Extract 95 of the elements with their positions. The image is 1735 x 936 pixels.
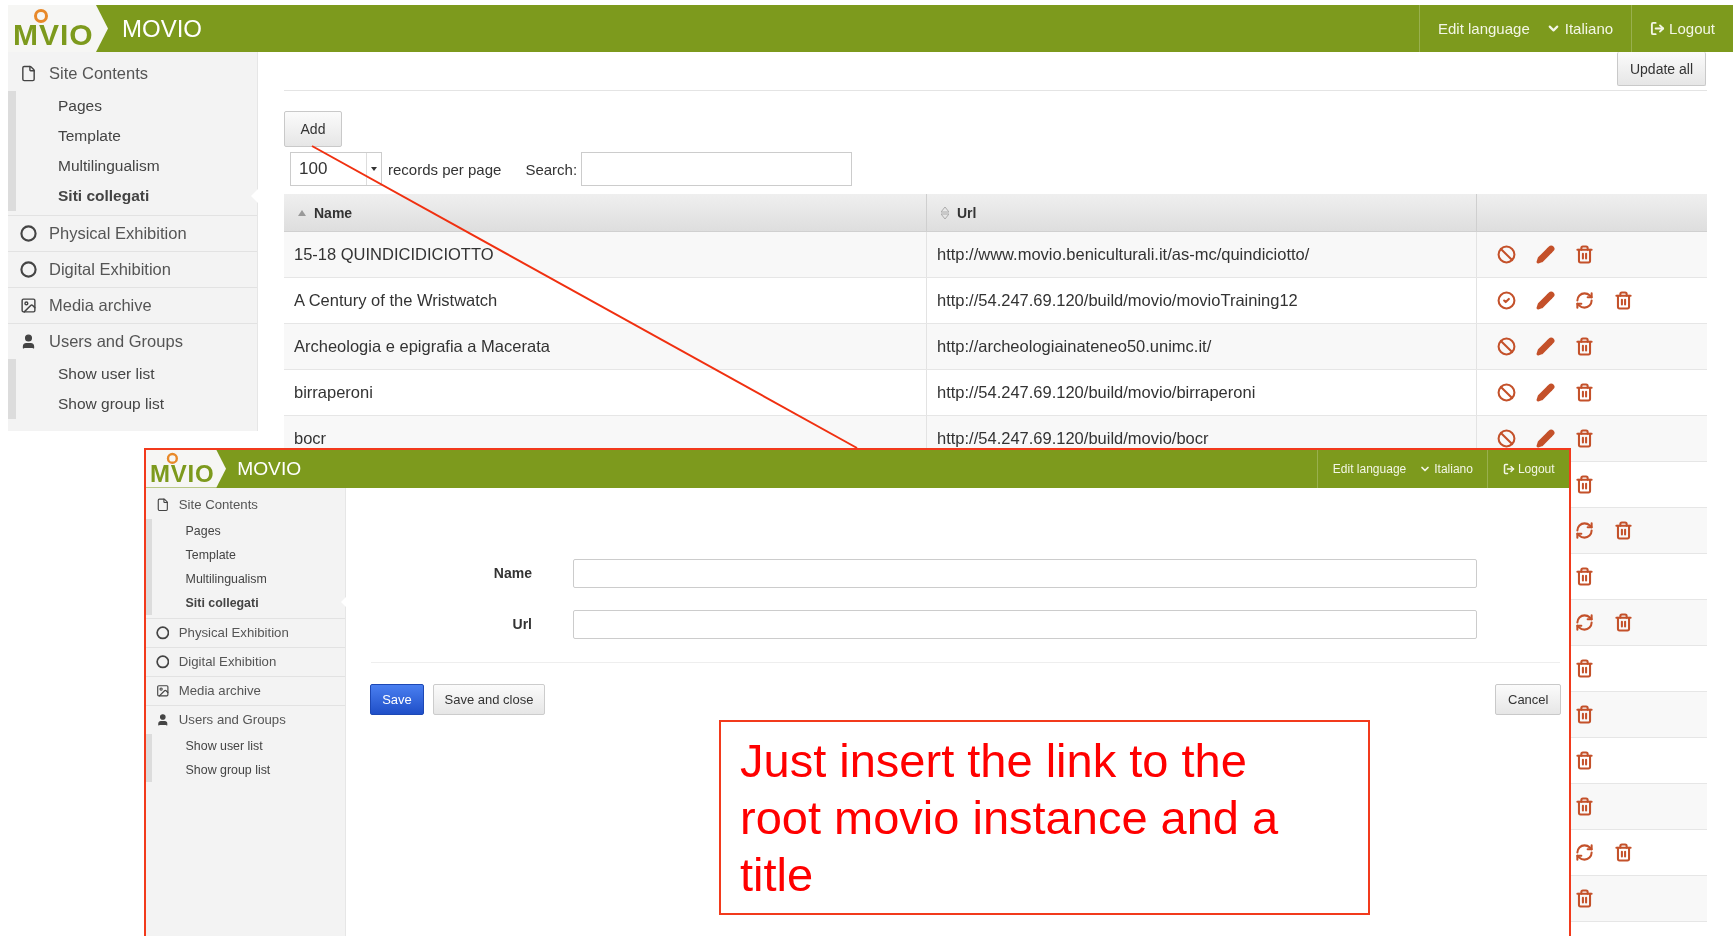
sidebar-item[interactable]: Users and Groups: [146, 704, 345, 734]
table-cell: A Century of the Wristwatch: [294, 291, 498, 310]
column-header[interactable]: Url: [957, 204, 977, 221]
sidebar-subitem[interactable]: Show user list: [16, 359, 257, 389]
user-icon: [20, 333, 37, 350]
sidebar-subitem[interactable]: Show group list: [16, 389, 257, 419]
sort-ascending-icon[interactable]: [298, 209, 306, 216]
trash-icon[interactable]: [1575, 429, 1594, 448]
logo: MVIO: [150, 452, 215, 488]
update-all-button[interactable]: Update all: [1616, 52, 1706, 86]
table-cell: Archeologia e epigrafia a Macerata: [294, 337, 550, 356]
sidebar-item[interactable]: Digital Exhibition: [146, 646, 345, 676]
ban-icon[interactable]: [1497, 383, 1516, 402]
table-cell: http://54.247.69.120/build/movio/birraperoni: [937, 383, 1256, 402]
save-and-close-button[interactable]: Save and close: [433, 683, 545, 715]
ban-icon[interactable]: [1497, 429, 1516, 448]
pencil-icon[interactable]: [1536, 337, 1555, 356]
page-icon: [155, 498, 170, 512]
logout-icon: [1650, 21, 1666, 36]
app-title: MOVIO: [237, 457, 302, 480]
refresh-icon[interactable]: [1575, 521, 1594, 540]
trash-icon[interactable]: [1575, 659, 1594, 678]
sidebar-subitem[interactable]: Show group list: [152, 757, 345, 782]
sidebar-subitem[interactable]: Siti collegati: [152, 590, 345, 615]
trash-icon[interactable]: [1575, 889, 1594, 908]
trash-icon[interactable]: [1614, 843, 1633, 862]
sidebar-subitem[interactable]: Template: [152, 542, 345, 567]
table-cell: http://archeologiainateneo50.unimc.it/: [937, 337, 1212, 356]
sidebar-item[interactable]: Site Contents: [146, 490, 345, 519]
table-cell: http://54.247.69.120/build/movio/movioTraining12: [937, 291, 1298, 310]
circle-icon: [155, 626, 170, 640]
sidebar-subitem[interactable]: Multilingualism: [16, 151, 257, 181]
table-cell: http://www.movio.beniculturali.it/as-mc/quindiciotto/: [937, 245, 1310, 264]
page-icon: [20, 65, 37, 82]
sidebar-item[interactable]: Physical Exhibition: [146, 617, 345, 647]
ban-icon[interactable]: [1497, 337, 1516, 356]
table-cell: http://54.247.69.120/build/movio/bocr: [937, 429, 1209, 448]
sidebar-subitem[interactable]: Pages: [16, 91, 257, 121]
logout-icon: [1502, 462, 1515, 475]
save-button[interactable]: Save: [370, 683, 424, 715]
pencil-icon[interactable]: [1536, 383, 1555, 402]
search-field[interactable]: [581, 152, 853, 186]
field-label: Url: [511, 616, 532, 633]
sidebar-subitem[interactable]: Pages: [152, 518, 345, 543]
sidebar-subitem[interactable]: Show user list: [152, 733, 345, 758]
trash-icon[interactable]: [1575, 705, 1594, 724]
app-title: MOVIO: [122, 14, 202, 43]
search-label: Search:: [525, 160, 578, 178]
refresh-icon[interactable]: [1575, 613, 1594, 632]
sidebar-subitem[interactable]: Multilingualism: [152, 566, 345, 591]
refresh-icon[interactable]: [1575, 843, 1594, 862]
refresh-icon[interactable]: [1575, 291, 1594, 310]
page-size-select[interactable]: 100: [290, 152, 382, 186]
circle-icon: [20, 261, 37, 278]
caret-icon: [371, 167, 377, 171]
column-header[interactable]: Name: [314, 204, 353, 221]
pencil-icon[interactable]: [1536, 245, 1555, 264]
trash-icon[interactable]: [1575, 475, 1594, 494]
sidebar-subitem[interactable]: Template: [16, 121, 257, 151]
circle-icon: [155, 655, 170, 669]
sidebar-item[interactable]: Users and Groups: [8, 323, 257, 359]
sidebar-item[interactable]: Digital Exhibition: [8, 251, 257, 287]
trash-icon[interactable]: [1614, 291, 1633, 310]
table-cell: 15-18 QUINDICIDICIOTTO: [294, 245, 494, 264]
add-button[interactable]: Add: [284, 111, 342, 147]
pencil-icon[interactable]: [1536, 291, 1555, 310]
sidebar-item[interactable]: Site Contents: [8, 56, 257, 91]
input-field[interactable]: [573, 609, 1477, 639]
trash-icon[interactable]: [1575, 383, 1594, 402]
records-per-page-label: records per page: [388, 160, 502, 178]
user-icon: [155, 713, 170, 727]
sidebar-item[interactable]: Physical Exhibition: [8, 215, 257, 251]
logo: MVIO: [13, 8, 94, 52]
ban-icon[interactable]: [1497, 245, 1516, 264]
input-field[interactable]: [573, 558, 1477, 588]
callout-note: Just insert the link to the root movio instance and a title: [719, 720, 1370, 915]
table-cell: birraperoni: [294, 383, 373, 402]
trash-icon[interactable]: [1575, 337, 1594, 356]
field-label: Name: [492, 565, 532, 582]
circle-icon: [20, 225, 37, 242]
pencil-icon[interactable]: [1536, 429, 1555, 448]
trash-icon[interactable]: [1575, 797, 1594, 816]
trash-icon[interactable]: [1575, 245, 1594, 264]
image-icon: [155, 684, 170, 698]
sidebar-item[interactable]: Media archive: [146, 675, 345, 705]
check-circle-icon[interactable]: [1497, 291, 1516, 310]
sidebar-item[interactable]: Media archive: [8, 287, 257, 323]
trash-icon[interactable]: [1614, 521, 1633, 540]
sidebar-subitem[interactable]: Siti collegati: [16, 181, 257, 211]
table-cell: bocr: [294, 429, 327, 448]
trash-icon[interactable]: [1575, 567, 1594, 586]
cancel-button[interactable]: Cancel: [1495, 683, 1561, 715]
image-icon: [20, 297, 37, 314]
trash-icon[interactable]: [1575, 751, 1594, 770]
trash-icon[interactable]: [1614, 613, 1633, 632]
